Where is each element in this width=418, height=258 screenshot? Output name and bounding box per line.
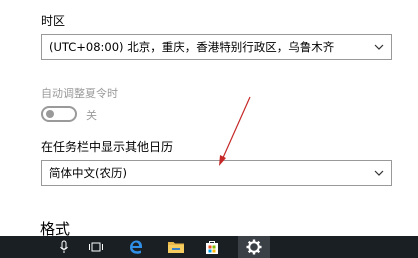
extra-calendar-value: 简体中文(农历) xyxy=(49,166,127,180)
timezone-dropdown[interactable]: (UTC+08:00) 北京，重庆，香港特别行政区，乌鲁木齐 xyxy=(41,34,392,60)
store-button[interactable] xyxy=(196,236,228,258)
task-view-icon xyxy=(89,242,103,252)
settings-app-button[interactable] xyxy=(238,236,270,258)
extra-calendar-label: 在任务栏中显示其他日历 xyxy=(41,140,174,154)
format-heading: 格式 xyxy=(40,220,71,236)
microphone-icon xyxy=(60,240,68,253)
file-explorer-icon xyxy=(168,242,184,253)
extra-calendar-dropdown[interactable]: 简体中文(农历) xyxy=(41,160,392,186)
task-view-button[interactable] xyxy=(80,236,112,258)
auto-dst-state: 关 xyxy=(86,109,97,122)
file-explorer-button[interactable] xyxy=(160,236,192,258)
cortana-microphone-button[interactable] xyxy=(48,236,80,258)
settings-gear-icon xyxy=(246,239,262,255)
auto-dst-toggle[interactable] xyxy=(41,106,77,122)
chevron-down-icon xyxy=(374,170,384,176)
edge-browser-button[interactable] xyxy=(120,236,152,258)
auto-dst-label: 自动调整夏令时 xyxy=(41,87,118,100)
timezone-value: (UTC+08:00) 北京，重庆，香港特别行政区，乌鲁木齐 xyxy=(49,40,335,54)
chevron-down-icon xyxy=(374,44,384,50)
store-icon xyxy=(206,241,218,254)
taskbar xyxy=(0,236,418,258)
toggle-knob xyxy=(46,110,54,118)
edge-icon xyxy=(130,240,143,254)
date-time-settings-panel: 时区 (UTC+08:00) 北京，重庆，香港特别行政区，乌鲁木齐 自动调整夏令… xyxy=(0,0,418,236)
timezone-label: 时区 xyxy=(41,14,66,28)
